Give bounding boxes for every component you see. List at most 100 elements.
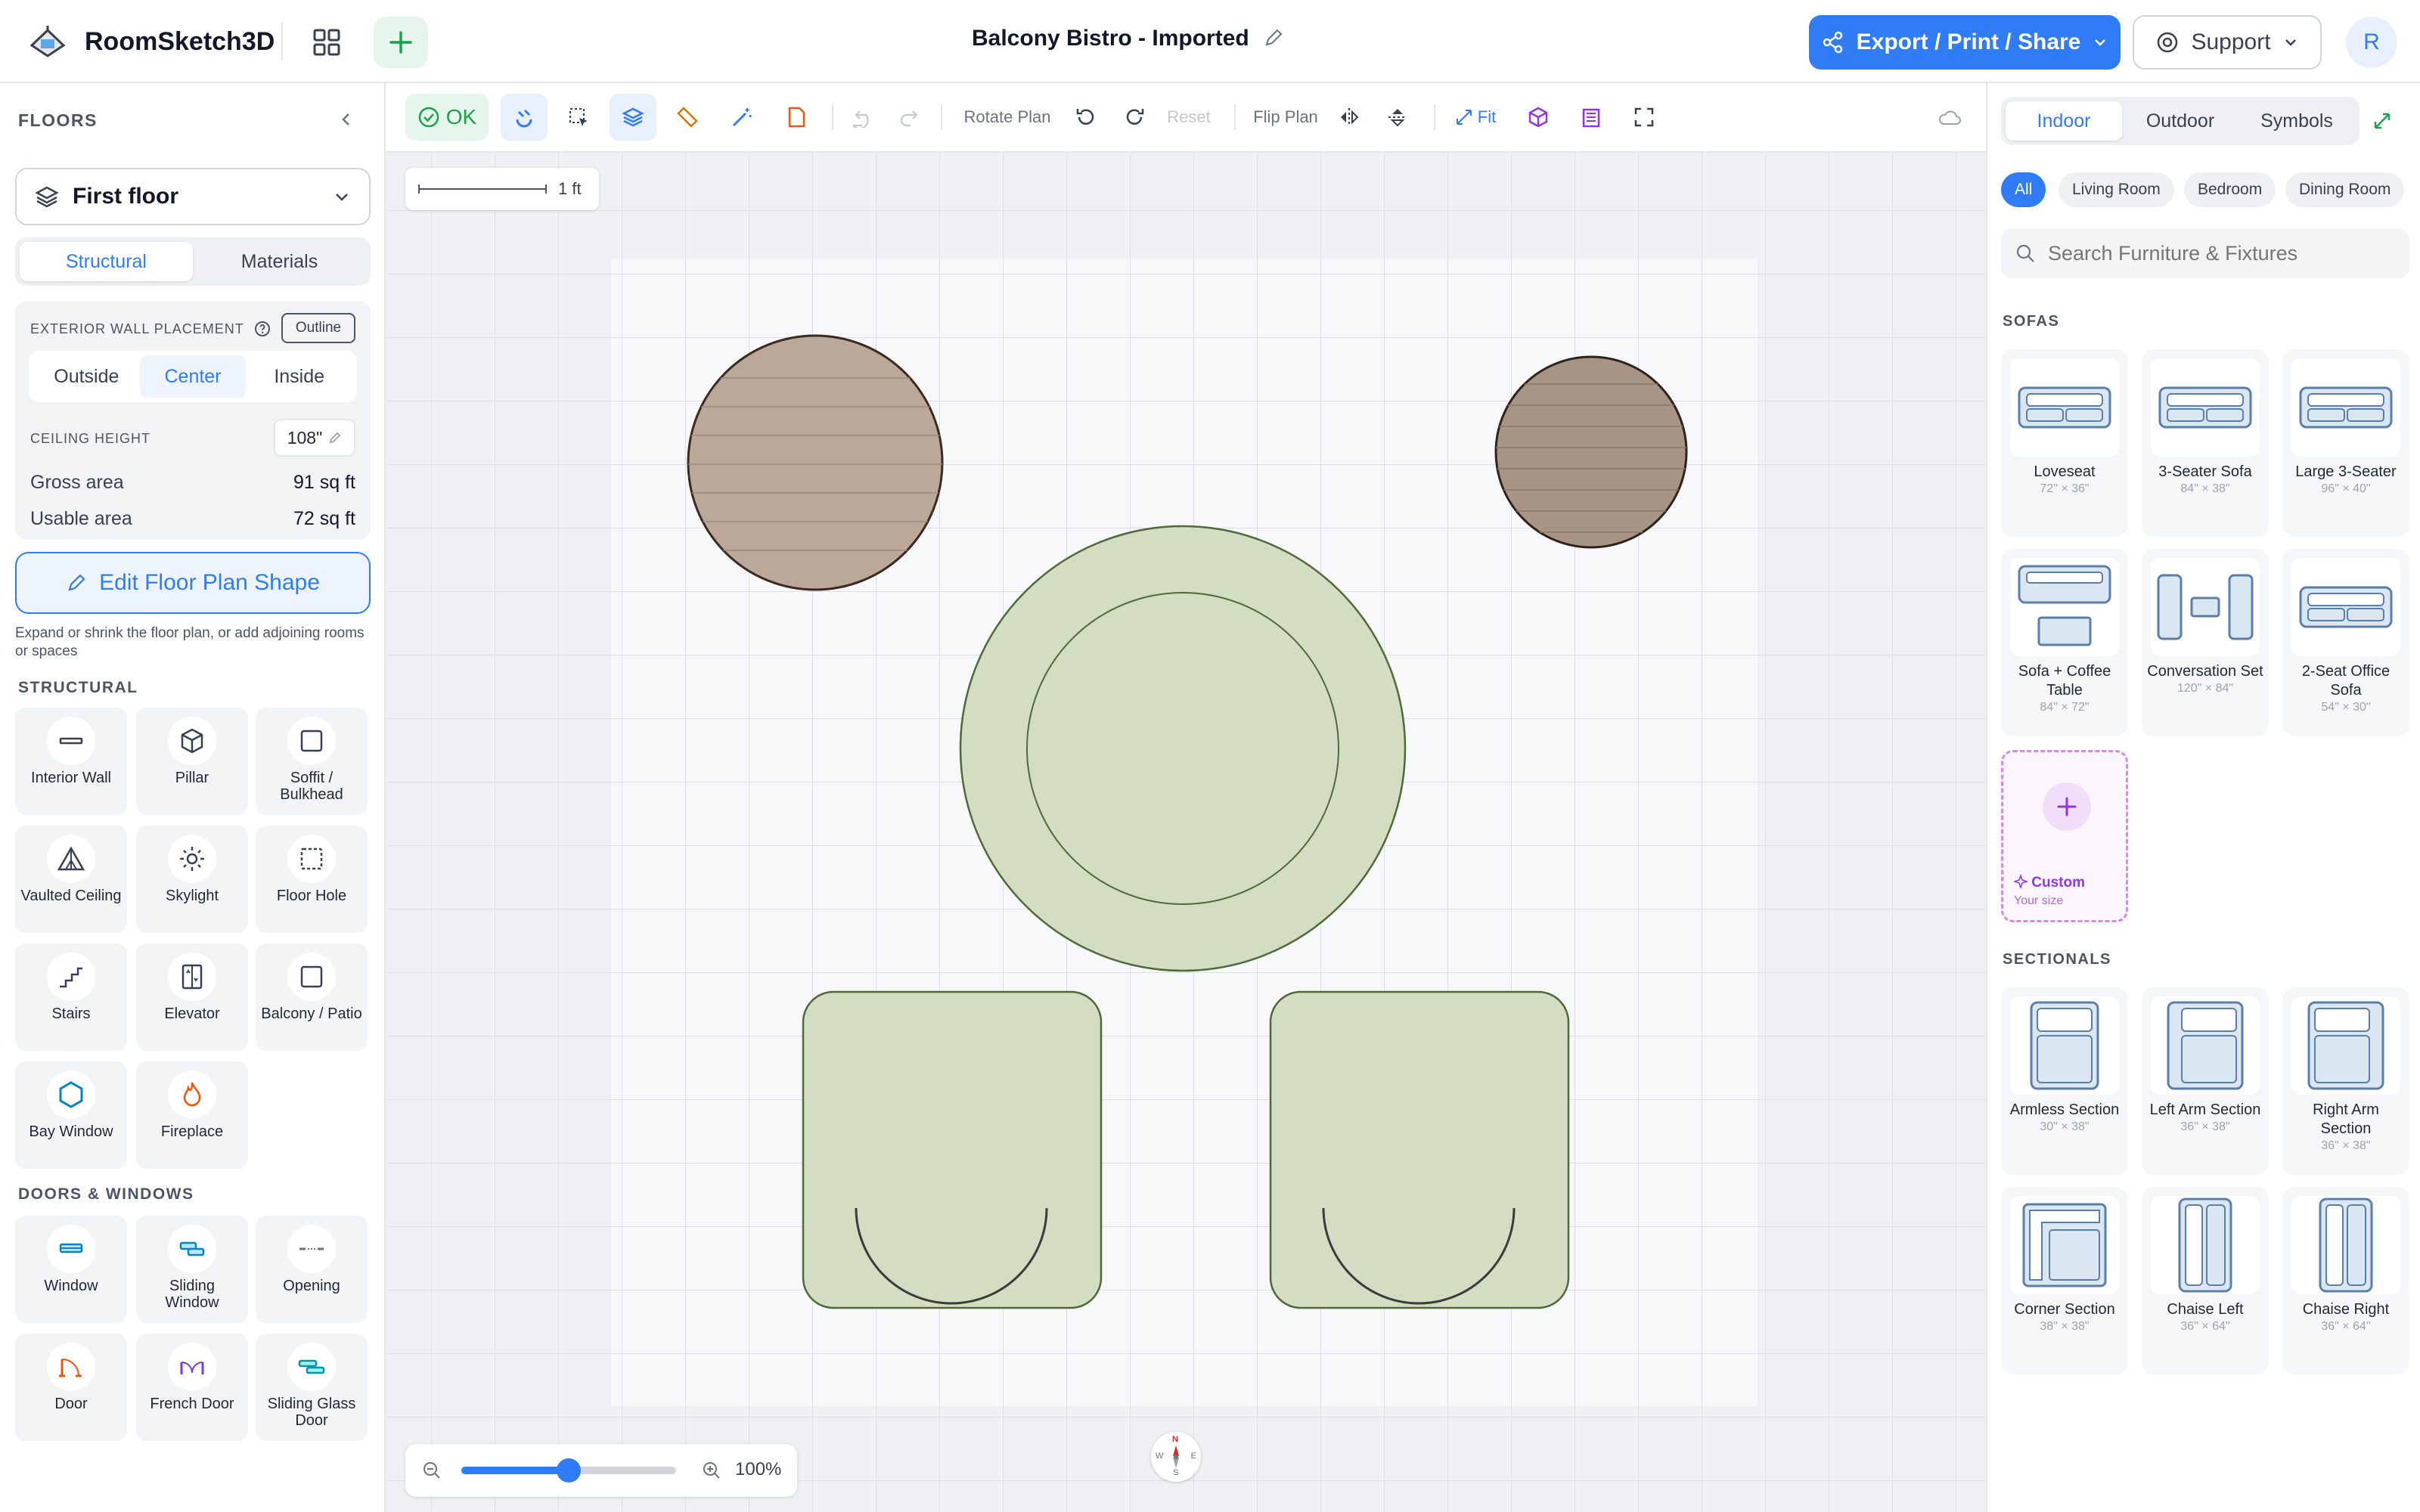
undo-button[interactable] [842,94,885,141]
ok-status-button[interactable]: OK [405,94,489,141]
zoom-slider-thumb[interactable] [557,1458,581,1483]
round-side-table-left[interactable] [685,333,945,593]
floor-plan-canvas[interactable]: 1 ft 100% N W E S [386,83,1986,1512]
rotate-right-button[interactable] [1113,94,1156,141]
edit-floor-plan-button[interactable]: Edit Floor Plan Shape [15,552,371,614]
rotate-left-button[interactable] [1065,94,1107,141]
furniture-card-corner-section[interactable]: Corner Section 38" × 38" [2001,1187,2128,1374]
tab-indoor[interactable]: Indoor [2006,101,2122,141]
magnet-snap-button[interactable] [501,94,548,141]
document-title[interactable]: Balcony Bistro - Imported [972,26,1284,51]
tool-stairs[interactable]: Stairs [15,943,127,1051]
tool-french-door[interactable]: French Door [136,1334,248,1441]
tab-outdoor[interactable]: Outdoor [2122,101,2238,141]
bistro-chair-right[interactable] [1269,990,1571,1311]
zoom-out-icon[interactable] [422,1461,442,1480]
tool-soffit-bulkhead[interactable]: Soffit / Bulkhead [256,708,368,815]
tab-materials[interactable]: Materials [193,242,366,281]
tool-elevator[interactable]: Elevator [136,943,248,1051]
round-side-table-right[interactable] [1493,354,1689,550]
avatar[interactable]: R [2346,17,2397,68]
round-bistro-table[interactable] [957,523,1408,974]
furniture-dimensions: 96" × 40" [2321,482,2371,495]
chip-dining-room[interactable]: Dining Room [2285,172,2405,207]
tool-pillar[interactable]: Pillar [136,708,248,815]
layers-button[interactable] [610,94,656,141]
placement-center[interactable]: Center [139,355,247,398]
furniture-thumbnail [2291,558,2400,656]
cloud-sync-button[interactable] [1928,94,1971,141]
tool-balcony-patio[interactable]: Balcony / Patio [256,943,368,1051]
lifebuoy-icon [2158,32,2178,53]
sectionals-section-title: SECTIONALS [2003,951,2111,968]
chip-all[interactable]: All [2001,172,2046,207]
3d-view-button[interactable] [1517,94,1559,141]
tool-opening[interactable]: Opening [256,1216,368,1323]
ok-label: OK [445,105,477,129]
compass[interactable]: N W E S [1151,1432,1201,1482]
furniture-card-chaise-left[interactable]: Chaise Left 36" × 64" [2142,1187,2269,1374]
furniture-card-conversation-set[interactable]: Conversation Set 120" × 84" [2142,549,2269,736]
furniture-search[interactable] [2001,228,2409,278]
collapse-panel-icon[interactable] [336,109,357,130]
placement-inside[interactable]: Inside [246,355,352,398]
furniture-thumbnail [2010,358,2119,457]
search-input[interactable] [2048,241,2381,265]
magic-wand-button[interactable] [718,94,765,141]
app-header: RoomSketch3D Balcony Bistro - Imported E… [0,0,2420,83]
tab-symbols[interactable]: Symbols [2238,101,2355,141]
help-icon[interactable] [254,321,271,337]
share-icon [1823,31,1842,54]
bistro-chair-left[interactable] [802,990,1104,1311]
zoom-in-icon[interactable] [702,1461,721,1480]
chip-living-room[interactable]: Living Room [2059,172,2174,207]
fullscreen-button[interactable] [1623,94,1665,141]
ceiling-height-field[interactable]: 108" [274,419,355,457]
select-tool-button[interactable] [555,94,602,141]
furniture-card-armless-section[interactable]: Armless Section 30" × 38" [2001,987,2128,1175]
tool-fireplace[interactable]: Fireplace [136,1061,248,1169]
chip-bedroom[interactable]: Bedroom [2184,172,2276,207]
furniture-card-right-arm-section[interactable]: Right Arm Section 36" × 38" [2282,987,2409,1175]
tool-floor-hole[interactable]: Floor Hole [256,826,368,933]
floor-selector[interactable]: First floor [15,168,371,225]
furniture-card-large-3-seater[interactable]: Large 3-Seater 96" × 40" [2282,349,2409,537]
measure-tool-button[interactable] [664,94,711,141]
furniture-card-left-arm-section[interactable]: Left Arm Section 36" × 38" [2142,987,2269,1175]
french-door-icon [168,1343,216,1391]
notes-button[interactable] [773,94,820,141]
expand-panel-icon[interactable] [2372,110,2393,132]
compass-west: W [1156,1452,1164,1461]
tool-skylight[interactable]: Skylight [136,826,248,933]
tool-window[interactable]: Window [15,1216,127,1323]
furniture-card-2-seat-office-sofa[interactable]: 2-Seat Office Sofa 54" × 30" [2282,549,2409,736]
furniture-card-3-seater-sofa[interactable]: 3-Seater Sofa 84" × 38" [2142,349,2269,537]
new-plan-button[interactable] [374,17,428,68]
custom-size-card[interactable]: Custom Your size [2001,750,2128,922]
furniture-card-chaise-right[interactable]: Chaise Right 36" × 64" [2282,1187,2409,1374]
redo-button[interactable] [888,94,930,141]
outline-toggle[interactable]: Outline [281,313,355,343]
furniture-card-loveseat[interactable]: Loveseat 72" × 36" [2001,349,2128,537]
reset-button[interactable]: Reset [1162,94,1216,141]
tent-icon [47,835,95,883]
fit-button[interactable]: Fit [1441,94,1509,141]
tool-door[interactable]: Door [15,1334,127,1441]
export-button[interactable]: Export / Print / Share [1809,15,2121,70]
flip-horizontal-button[interactable] [1328,94,1370,141]
tool-bay-window[interactable]: Bay Window [15,1061,127,1169]
grid-view-button[interactable] [302,18,351,67]
elevation-view-button[interactable] [1570,94,1612,141]
pencil-icon[interactable] [1263,27,1284,48]
placement-outside[interactable]: Outside [33,355,140,398]
flip-vertical-button[interactable] [1376,94,1419,141]
app-logo[interactable] [27,23,68,60]
tool-vaulted-ceiling[interactable]: Vaulted Ceiling [15,826,127,933]
tool-interior-wall[interactable]: Interior Wall [15,708,127,815]
support-button[interactable]: Support [2133,15,2322,70]
tool-sliding-glass-door[interactable]: Sliding Glass Door [256,1334,368,1441]
furniture-card-sofa-coffee-table[interactable]: Sofa + Coffee Table 84" × 72" [2001,549,2128,736]
tool-sliding-window[interactable]: Sliding Window [136,1216,248,1323]
tab-structural[interactable]: Structural [20,242,193,281]
pencil-icon [68,574,85,591]
